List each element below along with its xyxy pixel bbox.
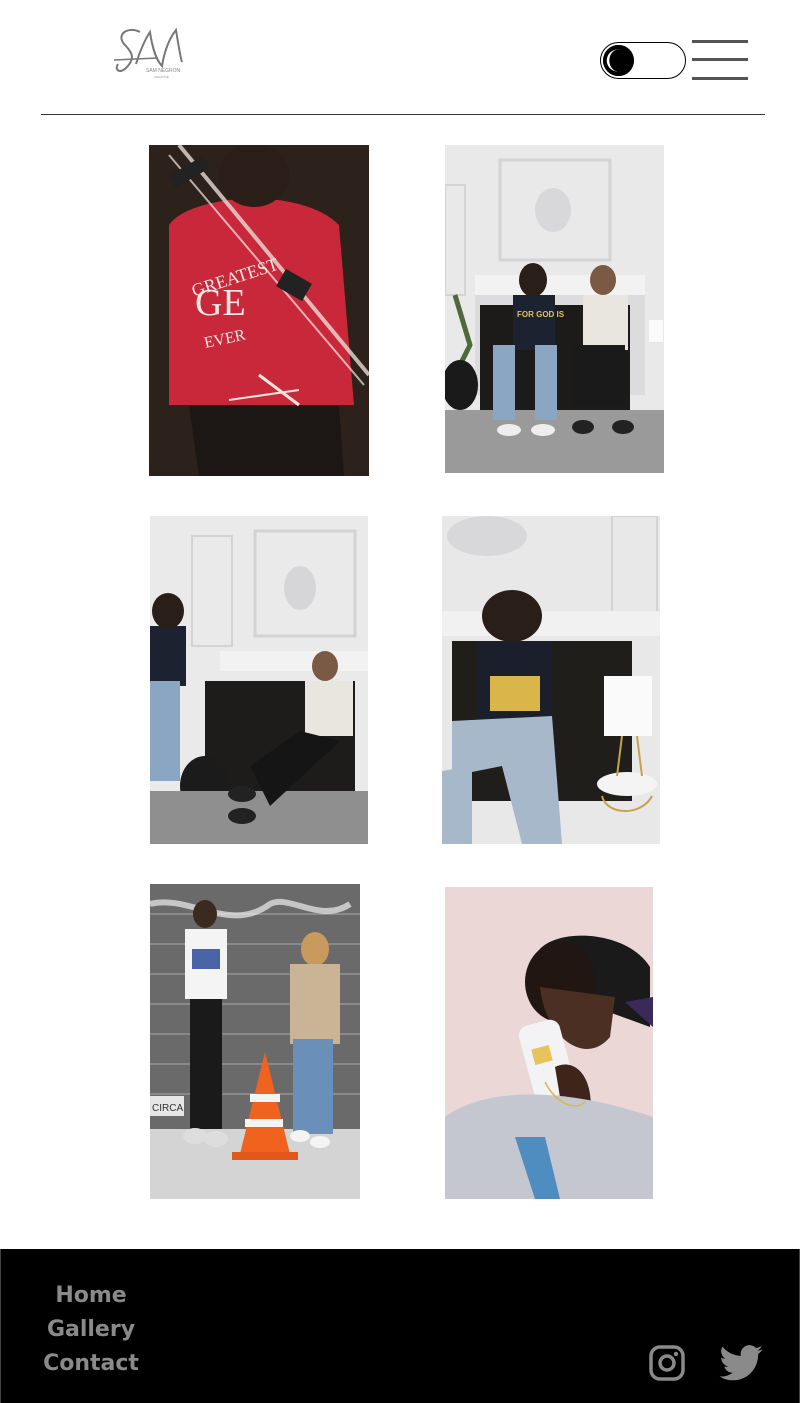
hamburger-line (692, 58, 748, 61)
photo-6-image (445, 887, 653, 1199)
photo-5-image: CIRCA (150, 884, 360, 1199)
photo-1-image: GREATEST GE EVER (149, 145, 369, 476)
moon-icon (603, 45, 634, 76)
footer-link-gallery[interactable]: Gallery (41, 1313, 141, 1347)
site-logo[interactable]: SAM NEGRON CREATIVE (110, 24, 190, 84)
twitter-icon (719, 1345, 763, 1381)
hamburger-menu-button[interactable] (692, 38, 748, 82)
photo-4-image (442, 516, 660, 844)
header-divider (41, 114, 765, 115)
gallery-photo-1[interactable]: GREATEST GE EVER (149, 145, 369, 476)
footer-link-contact[interactable]: Contact (41, 1347, 141, 1381)
photo-2-image: FOR GOD IS (445, 145, 664, 473)
shirt-logo-ge: GE (195, 282, 246, 324)
gallery-photo-3[interactable] (150, 516, 368, 844)
footer-link-home[interactable]: Home (41, 1279, 141, 1313)
logo-name-text: SAM NEGRON (146, 68, 181, 74)
gallery-photo-4[interactable] (442, 516, 660, 844)
footer-nav: Home Gallery Contact (41, 1279, 141, 1381)
shirt-text: FOR GOD IS (517, 310, 565, 319)
gallery-photo-2[interactable]: FOR GOD IS (445, 145, 664, 473)
photo-3-image (150, 516, 368, 844)
logo-signature-icon: SAM NEGRON CREATIVE (113, 27, 183, 79)
gallery-photo-5[interactable]: CIRCA (150, 884, 360, 1199)
theme-toggle[interactable] (600, 42, 686, 79)
toggle-knob (603, 45, 634, 76)
instagram-link[interactable] (649, 1345, 685, 1381)
wall-sign-text: CIRCA (152, 1103, 183, 1114)
logo-sub-text: CREATIVE (154, 75, 169, 79)
instagram-icon (649, 1345, 685, 1381)
site-footer: Home Gallery Contact (0, 1249, 800, 1403)
twitter-link[interactable] (716, 1345, 766, 1381)
hamburger-line (692, 77, 748, 80)
hamburger-line (692, 40, 748, 43)
gallery-photo-6[interactable] (445, 887, 653, 1199)
